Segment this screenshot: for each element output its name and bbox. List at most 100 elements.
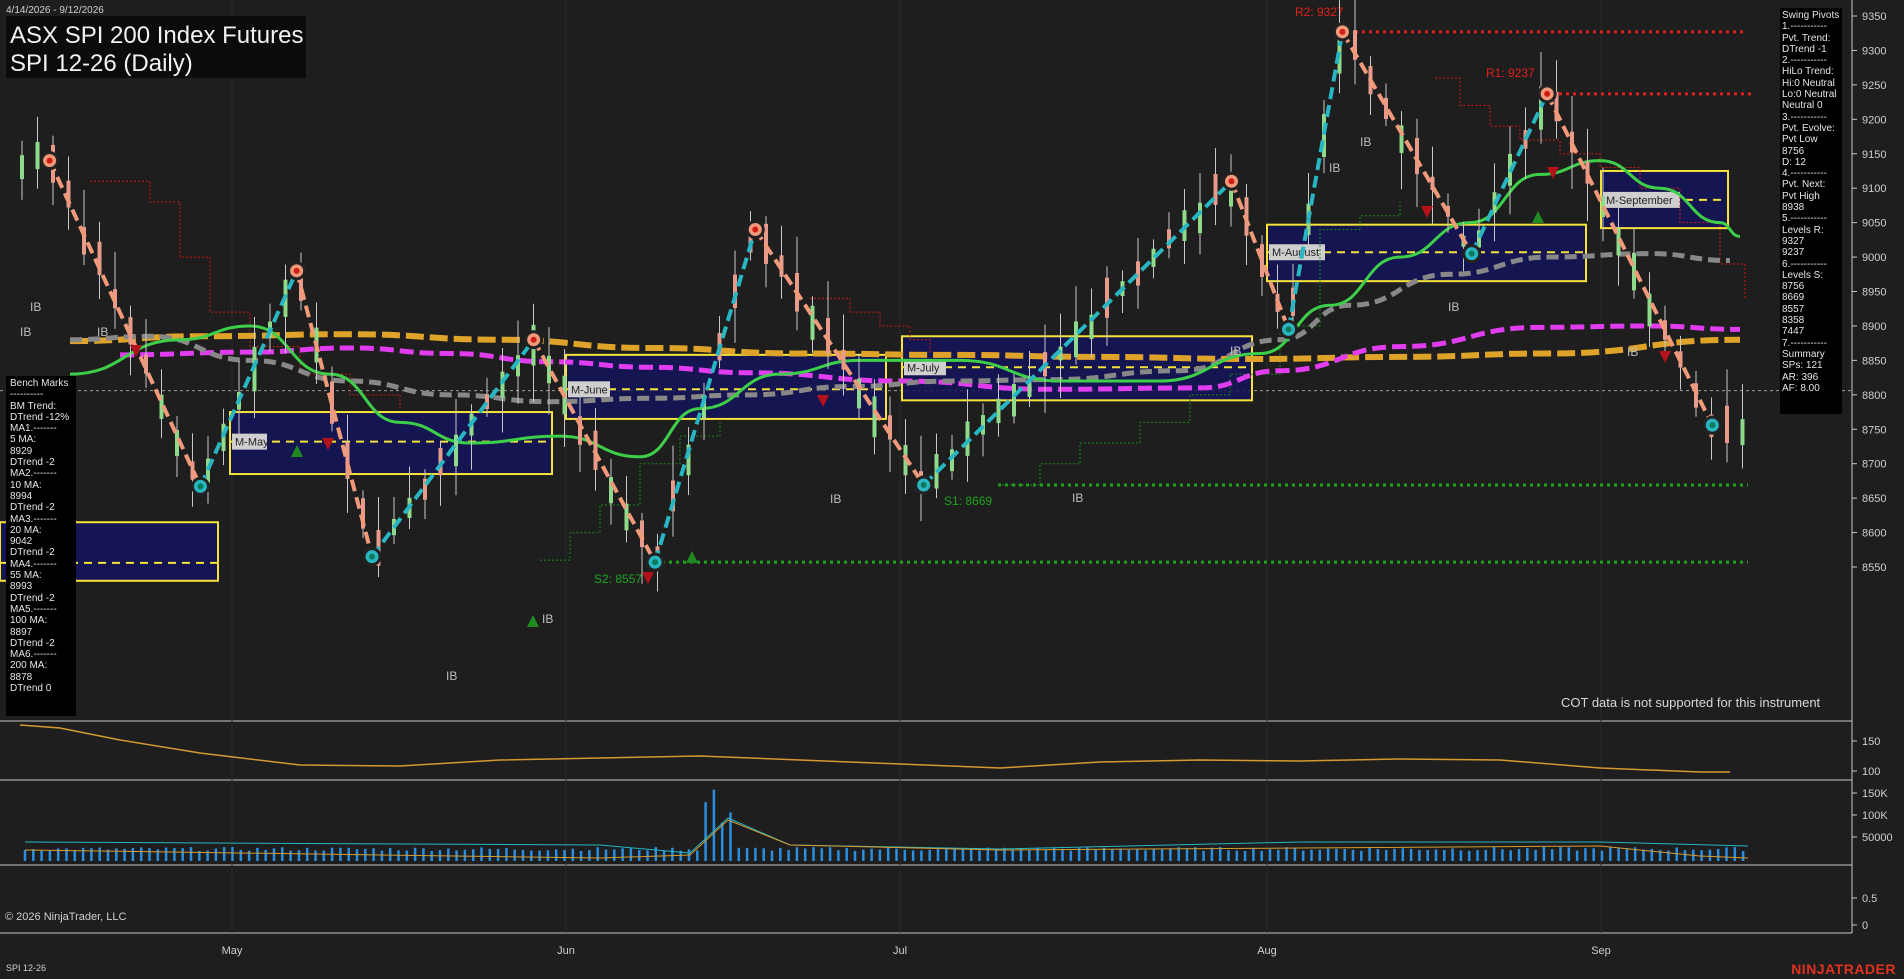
price-tick-label: 9000 [1862, 252, 1886, 264]
swing-pivots-line: HiLo Trend: [1782, 66, 1834, 78]
ib-label: IB [97, 325, 108, 339]
swing-pivot-dot [530, 336, 537, 343]
time-tick-label: Jun [557, 945, 575, 957]
time-tick-label: May [222, 945, 243, 957]
value-area-label: M-May [235, 437, 269, 449]
swing-pivots-line: AR: 396 [1782, 371, 1819, 383]
ib-label: IB [446, 669, 457, 683]
signal-triangle [686, 551, 698, 563]
swing-pivot-dot [1339, 28, 1346, 35]
cot-tick-label: 0 [1862, 920, 1868, 932]
copyright: © 2026 NinjaTrader, LLC [5, 911, 127, 923]
swing-pivot-dot [652, 559, 659, 566]
price-chart[interactable]: May Jun Jul Aug Sep 9350 9300 9250 9200 9150 9100 9… [0, 0, 1904, 979]
swing-pivots-panel: Swing Pivots 1.----------- Pvt. Trend: DTre… [1780, 8, 1842, 414]
swing-pivots-line: 8669 [1782, 292, 1805, 304]
candle-body [1198, 202, 1202, 234]
swing-pivots-line: Pvt Low [1782, 134, 1818, 146]
price-tick-label: 8550 [1862, 562, 1886, 574]
bench-marks-line: MA5.------- [10, 603, 57, 615]
candle-body [1136, 261, 1140, 286]
swing-pivots-line: 9327 [1782, 235, 1805, 247]
instrument-label: SPI 12-26 [6, 963, 47, 973]
value-area-label: M-June [571, 384, 608, 396]
signal-triangle [1659, 351, 1671, 363]
candle-body [609, 477, 613, 504]
swing-pivot-dot [46, 157, 53, 164]
price-tick-label: 8950 [1862, 287, 1886, 299]
candle-body [35, 142, 40, 170]
swing-pivots-line: 7447 [1782, 326, 1805, 338]
signal-triangle [1532, 211, 1544, 223]
swing-pivots-line: Pvt High [1782, 190, 1820, 202]
swing-pivots-line: Pvt. Next: [1782, 179, 1826, 191]
bench-marks-line: MA2.------- [10, 468, 57, 480]
bench-marks-line: DTrend -2 [10, 457, 55, 469]
swing-pivots-line: Pvt. Trend: [1782, 32, 1831, 44]
swing-pivot-dot [1285, 326, 1292, 333]
swing-pivots-line: 6.----------- [1782, 258, 1827, 270]
osc-tick-label: 100 [1862, 766, 1880, 778]
swing-pivot-dot [1228, 178, 1235, 185]
price-tick-label: 8850 [1862, 355, 1886, 367]
bench-marks-line: DTrend 0 [10, 683, 52, 695]
candle-body [1260, 244, 1264, 277]
bench-marks-panel: Bench Marks ---------- BM Trend: DTrend -12… [6, 376, 76, 716]
bench-marks-line: 8994 [10, 490, 33, 502]
swing-pivots-line: Lo:0 Neutral [1782, 89, 1837, 101]
swing-pivots-line: 9237 [1782, 247, 1805, 259]
bench-marks-line: 200 MA: [10, 660, 48, 672]
chart-subtitle: SPI 12-26 (Daily) [10, 50, 193, 77]
ib-label: IB [1230, 344, 1241, 358]
bench-marks-line: MA3.------- [10, 513, 57, 525]
swing-pivots-line: AF: 8.00 [1782, 382, 1820, 394]
candle-body [1647, 293, 1652, 327]
price-tick-label: 9150 [1862, 149, 1886, 161]
swing-pivots-line: DTrend -1 [1782, 43, 1827, 55]
bench-marks-line: 100 MA: [10, 615, 48, 627]
swing-pivot-dot [369, 553, 376, 560]
candle-body [872, 396, 877, 438]
bench-marks-line: 8929 [10, 445, 33, 457]
osc-tick-label: 150 [1862, 736, 1880, 748]
price-tick-label: 8900 [1862, 321, 1886, 333]
bench-marks-line: 8993 [10, 581, 33, 593]
candle-body [1740, 419, 1745, 446]
swing-pivots-line: 1.----------- [1782, 21, 1827, 33]
swing-pivots-line: 4.----------- [1782, 168, 1827, 180]
chart-title: ASX SPI 200 Index Futures [10, 22, 304, 49]
ib-label: IB [1448, 300, 1459, 314]
signal-triangle [1421, 206, 1433, 218]
candle-body [20, 155, 24, 180]
swing-pivot-dot [752, 226, 759, 233]
swing-pivots-line: 2.----------- [1782, 55, 1827, 67]
swing-pivot-dot [920, 482, 927, 489]
ib-label: IB [542, 612, 553, 626]
bench-marks-line: Bench Marks [10, 378, 69, 389]
swing-pivots-line: Swing Pivots [1782, 10, 1840, 21]
price-tick-label: 9050 [1862, 218, 1886, 230]
bench-marks-line: ---------- [10, 389, 44, 401]
price-tick-label: 9100 [1862, 183, 1886, 195]
candle-body [888, 415, 892, 440]
bench-marks-line: DTrend -12% [10, 411, 70, 423]
cot-tick-label: 0.5 [1862, 893, 1877, 905]
swing-pivots-line: 8938 [1782, 202, 1805, 214]
level-label: R1: 9237 [1486, 66, 1535, 80]
date-range: 4/14/2026 - 9/12/2026 [6, 5, 104, 16]
price-tick-label: 9350 [1862, 11, 1886, 23]
candle-body [981, 415, 985, 435]
value-area-label: M-July [907, 362, 940, 374]
volume-tick-label: 100K [1862, 810, 1888, 822]
bench-marks-line: DTrend -2 [10, 637, 55, 649]
price-tick-label: 8750 [1862, 424, 1886, 436]
level-label: S2: 8557 [594, 572, 642, 586]
value-area-label: M-August [1272, 247, 1319, 259]
bench-marks-line: MA1.------- [10, 423, 57, 435]
bench-marks-line: 8897 [10, 626, 33, 638]
swing-pivots-line: 7.----------- [1782, 337, 1827, 349]
bench-marks-line: MA6.------- [10, 649, 57, 661]
bench-marks-line: DTrend -2 [10, 547, 55, 559]
swing-pivots-line: SPs: 121 [1782, 360, 1823, 372]
candle-body [996, 398, 1001, 424]
